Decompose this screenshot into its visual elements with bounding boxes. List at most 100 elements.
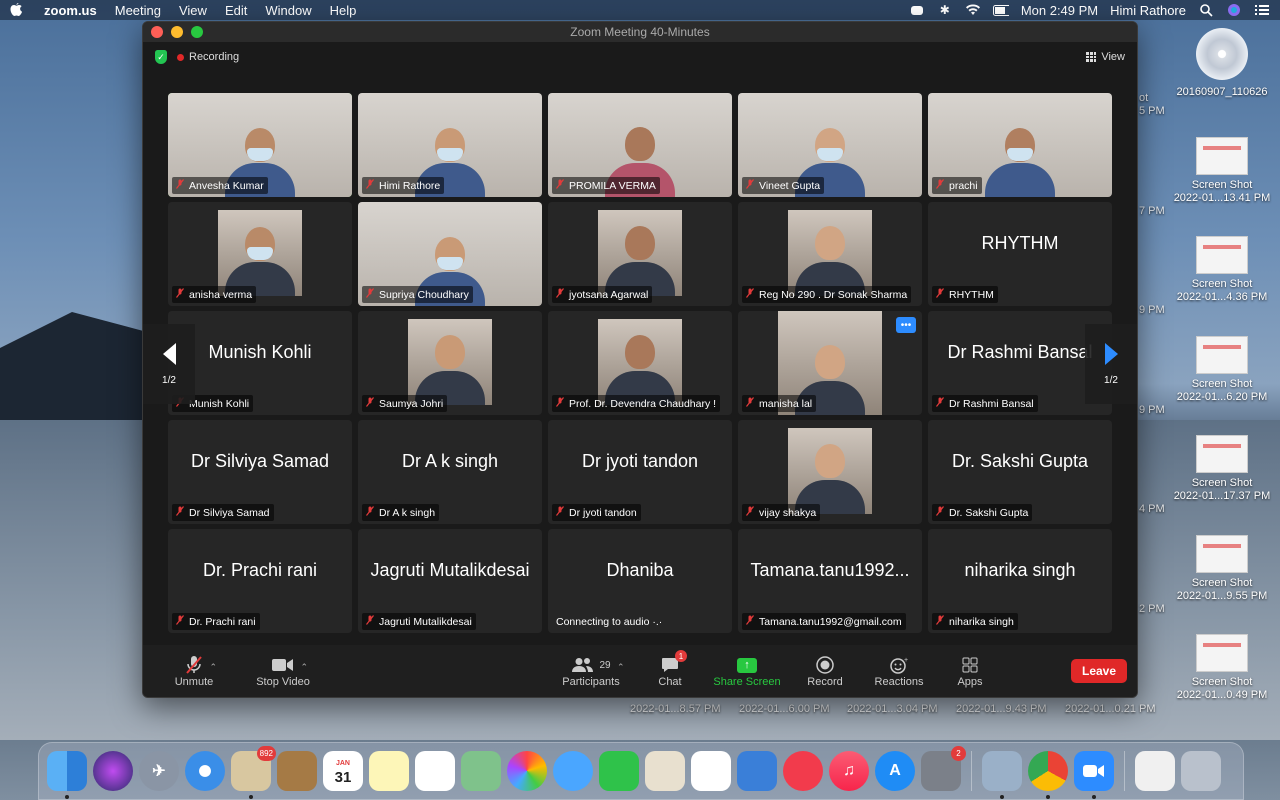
menu-user[interactable]: Himi Rathore bbox=[1110, 3, 1186, 18]
menu-window[interactable]: Window bbox=[265, 3, 311, 18]
zoom-status-icon[interactable] bbox=[909, 3, 925, 17]
previous-page-button[interactable]: 1/2 bbox=[143, 324, 195, 404]
pages-icon[interactable] bbox=[645, 751, 685, 791]
system-preferences-icon[interactable]: 2 bbox=[921, 746, 966, 791]
menu-view[interactable]: View bbox=[179, 3, 207, 18]
participant-tile[interactable]: Prof. Dr. Devendra Chaudhary ! bbox=[548, 311, 732, 415]
menu-app-name[interactable]: zoom.us bbox=[44, 3, 97, 18]
music-icon[interactable]: ♫ bbox=[829, 751, 869, 791]
participant-tile[interactable]: Dr jyoti tandon Dr jyoti tandon bbox=[548, 420, 732, 524]
desktop-screenshot-3[interactable]: Screen Shot 2022-01...6.20 PM bbox=[1167, 336, 1277, 404]
reminders-icon[interactable] bbox=[415, 751, 455, 791]
calendar-icon[interactable]: JAN 31 bbox=[323, 751, 363, 791]
leave-button[interactable]: Leave bbox=[1071, 659, 1127, 683]
close-window-button[interactable] bbox=[151, 26, 163, 38]
zoom-window-button[interactable] bbox=[191, 26, 203, 38]
participant-tile[interactable]: Dr A k singh Dr A k singh bbox=[358, 420, 542, 524]
participant-tile[interactable]: Dr. Prachi rani Dr. Prachi rani bbox=[168, 529, 352, 633]
participant-tile[interactable]: anisha verma bbox=[168, 202, 352, 306]
recording-indicator[interactable]: Recording bbox=[177, 51, 239, 63]
chevron-up-icon[interactable]: ⌃ bbox=[300, 662, 308, 673]
participant-tile[interactable]: Himi Rathore bbox=[358, 93, 542, 197]
participant-tile[interactable]: Dhaniba Connecting to audio ·.· bbox=[548, 529, 732, 633]
apple-icon[interactable] bbox=[10, 3, 24, 17]
participant-tile[interactable]: prachi bbox=[928, 93, 1112, 197]
apps-button[interactable]: Apps bbox=[937, 645, 1003, 697]
messages-icon[interactable] bbox=[553, 751, 593, 791]
facetime-icon[interactable] bbox=[599, 751, 639, 791]
spotlight-search-icon[interactable] bbox=[1198, 3, 1214, 17]
chrome-icon[interactable] bbox=[1028, 751, 1068, 799]
participant-tile[interactable]: Dr Silviya Samad Dr Silviya Samad bbox=[168, 420, 352, 524]
desktop-screenshot-1[interactable]: Screen Shot 2022-01...13.41 PM bbox=[1167, 137, 1277, 205]
participant-tile[interactable]: Reg No 290 . Dr Sonak Sharma bbox=[738, 202, 922, 306]
more-options-button[interactable]: ••• bbox=[896, 317, 916, 333]
menu-clock[interactable]: Mon 2:49 PM bbox=[1021, 3, 1098, 18]
participant-display-name: Jagruti Mutalikdesai bbox=[370, 559, 530, 580]
bluetooth-icon[interactable]: ✱ bbox=[937, 3, 953, 17]
desktop-screenshot-6[interactable]: Screen Shot 2022-01...0.49 PM bbox=[1167, 634, 1277, 702]
participant-tile[interactable]: Munish Kohli Munish Kohli bbox=[168, 311, 352, 415]
desktop-file-date[interactable]: 2022-01...3.04 PM bbox=[847, 703, 938, 715]
desktop-file-date[interactable]: 2022-01...0.21 PM bbox=[1065, 703, 1156, 715]
next-page-button[interactable]: 1/2 bbox=[1085, 324, 1137, 404]
trash-icon[interactable] bbox=[1181, 751, 1221, 791]
chevron-up-icon[interactable]: ⌃ bbox=[617, 662, 625, 673]
participant-tile[interactable]: Anvesha Kumar bbox=[168, 93, 352, 197]
participant-tile[interactable]: niharika singh niharika singh bbox=[928, 529, 1112, 633]
desktop-file-date[interactable]: 2022-01...9.43 PM bbox=[956, 703, 1047, 715]
finder-icon[interactable] bbox=[47, 751, 87, 799]
participant-tile[interactable]: vijay shakya bbox=[738, 420, 922, 524]
document-icon[interactable] bbox=[1135, 751, 1175, 791]
news-icon[interactable] bbox=[783, 751, 823, 791]
preview-icon[interactable] bbox=[982, 751, 1022, 799]
unmute-button[interactable]: ⌃ Unmute bbox=[153, 645, 235, 697]
chevron-up-icon[interactable]: ⌃ bbox=[209, 662, 217, 673]
stop-video-button[interactable]: ⌃ Stop Video bbox=[235, 645, 331, 697]
desktop-file-date[interactable]: 2022-01...6.00 PM bbox=[739, 703, 830, 715]
participant-tile[interactable]: PROMILA VERMA bbox=[548, 93, 732, 197]
photos-icon[interactable] bbox=[507, 751, 547, 791]
reactions-button[interactable]: + Reactions bbox=[861, 645, 937, 697]
app-store-icon[interactable]: A bbox=[875, 751, 915, 791]
participant-tile[interactable]: jyotsana Agarwal bbox=[548, 202, 732, 306]
participant-tile[interactable]: Tamana.tanu1992... Tamana.tanu1992@gmail.… bbox=[738, 529, 922, 633]
participant-tile[interactable]: Jagruti Mutalikdesai Jagruti Mutalikdesai bbox=[358, 529, 542, 633]
participant-tile[interactable]: ••• manisha lal bbox=[738, 311, 922, 415]
desktop-screenshot-5[interactable]: Screen Shot 2022-01...9.55 PM bbox=[1167, 535, 1277, 603]
participant-tile[interactable]: Vineet Gupta bbox=[738, 93, 922, 197]
desktop-file-video[interactable]: 20160907_110626 bbox=[1167, 28, 1277, 99]
chat-button[interactable]: 1 Chat bbox=[635, 645, 705, 697]
share-screen-button[interactable]: ↑ Share Screen bbox=[705, 645, 789, 697]
participant-tile[interactable]: Saumya Johri bbox=[358, 311, 542, 415]
participant-tile[interactable]: Dr. Sakshi Gupta Dr. Sakshi Gupta bbox=[928, 420, 1112, 524]
wifi-icon[interactable] bbox=[965, 3, 981, 17]
maps-icon[interactable] bbox=[461, 751, 501, 791]
mail-icon[interactable]: 892 bbox=[231, 746, 276, 799]
siri-icon[interactable] bbox=[93, 751, 133, 791]
participant-tile[interactable]: Supriya Choudhary bbox=[358, 202, 542, 306]
menu-help[interactable]: Help bbox=[330, 3, 357, 18]
launchpad-icon[interactable]: ✈ bbox=[139, 751, 179, 791]
safari-icon[interactable] bbox=[185, 751, 225, 791]
menu-edit[interactable]: Edit bbox=[225, 3, 247, 18]
battery-icon[interactable] bbox=[992, 3, 1009, 17]
window-titlebar[interactable]: Zoom Meeting 40-Minutes bbox=[143, 22, 1137, 42]
contacts-icon[interactable] bbox=[277, 751, 317, 791]
desktop-screenshot-4[interactable]: Screen Shot 2022-01...17.37 PM bbox=[1167, 435, 1277, 503]
zoom-icon[interactable] bbox=[1074, 751, 1114, 799]
keynote-icon[interactable] bbox=[737, 751, 777, 791]
participants-button[interactable]: 29 ⌃ Participants bbox=[547, 645, 635, 697]
notes-icon[interactable] bbox=[369, 751, 409, 791]
menu-meeting[interactable]: Meeting bbox=[115, 3, 161, 18]
desktop-file-date[interactable]: 2022-01...8.57 PM bbox=[630, 703, 721, 715]
encryption-shield-icon[interactable]: ✓ bbox=[155, 50, 167, 64]
siri-icon[interactable] bbox=[1226, 3, 1242, 17]
participant-tile[interactable]: RHYTHM RHYTHM bbox=[928, 202, 1112, 306]
numbers-icon[interactable] bbox=[691, 751, 731, 791]
view-button[interactable]: View bbox=[1086, 51, 1125, 63]
notification-center-icon[interactable] bbox=[1254, 3, 1270, 17]
desktop-screenshot-2[interactable]: Screen Shot 2022-01...4.36 PM bbox=[1167, 236, 1277, 304]
record-button[interactable]: Record bbox=[789, 645, 861, 697]
minimize-window-button[interactable] bbox=[171, 26, 183, 38]
